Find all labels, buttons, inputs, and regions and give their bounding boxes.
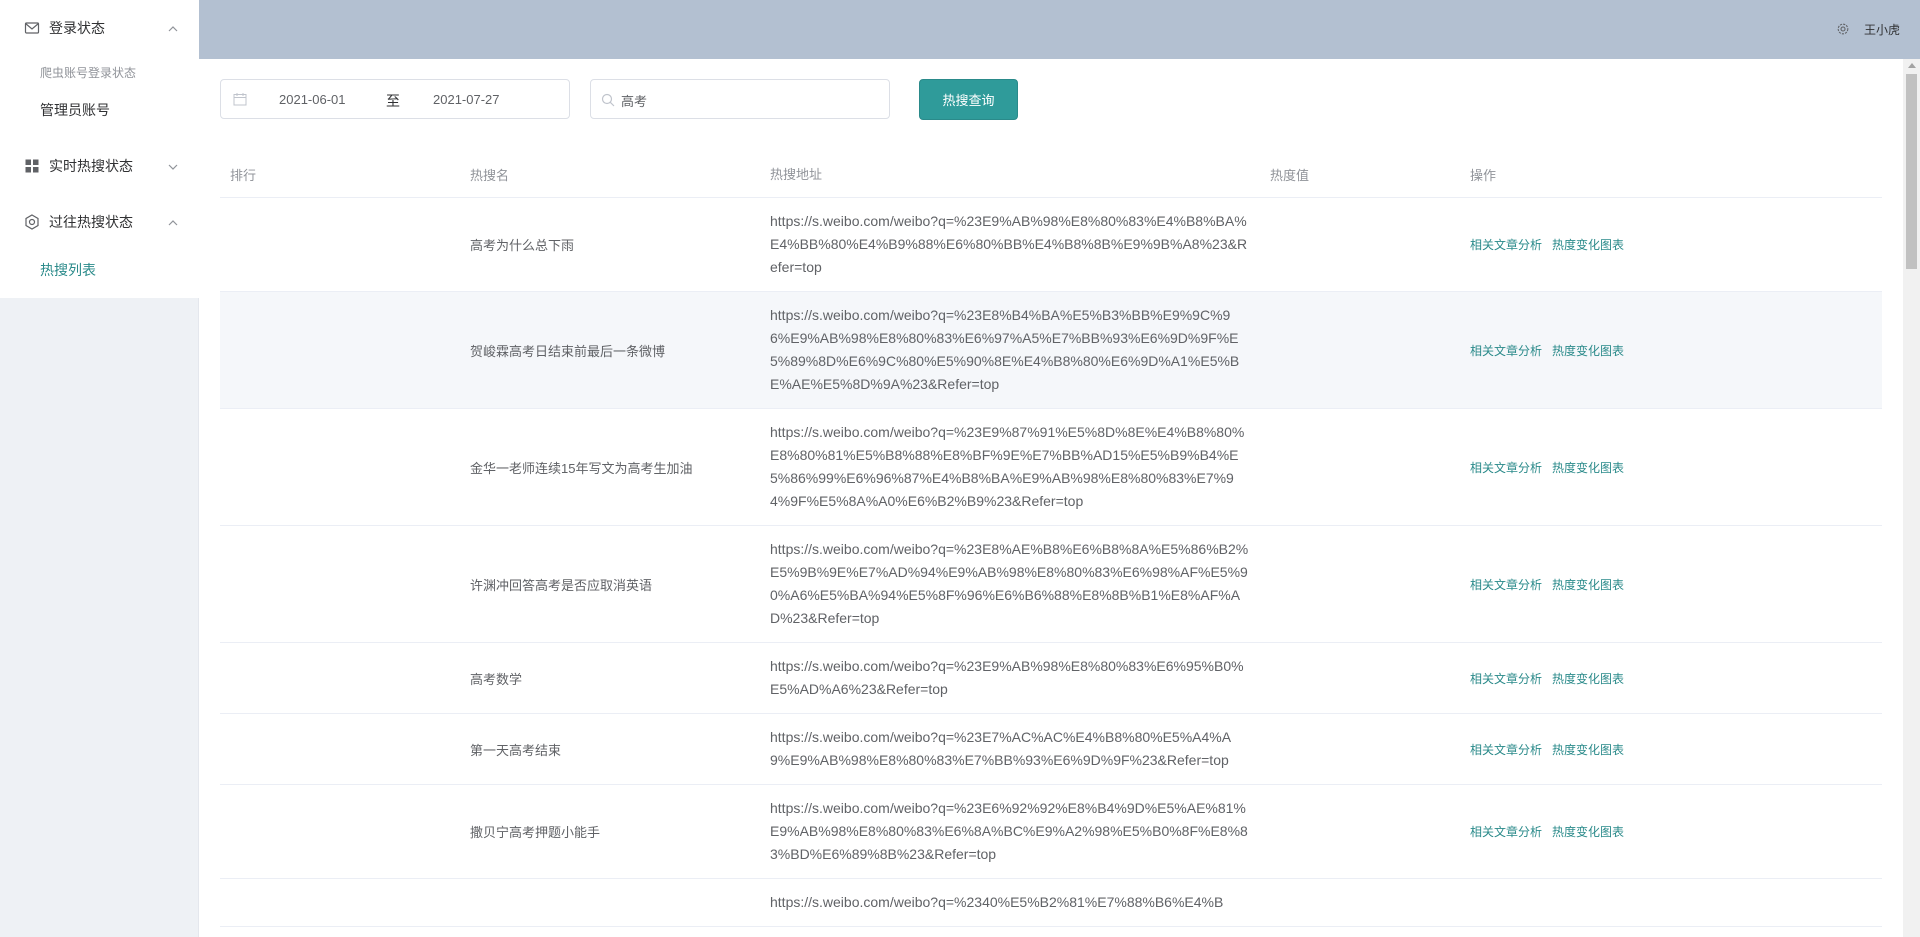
cell-ops: 相关文章分析 热度变化图表 (1460, 576, 1880, 593)
related-article-analysis-link[interactable]: 相关文章分析 (1470, 741, 1542, 758)
chevron-down-icon (167, 160, 179, 172)
cell-name: 撒贝宁高考押题小能手 (470, 825, 601, 840)
cell-name: 许渊冲回答高考是否应取消英语 (470, 577, 653, 593)
menu-group-realtime-hot[interactable]: 实时热搜状态 (0, 138, 199, 194)
cell-url: https://s.weibo.com/weibo?q=%23E9%AB%98%… (770, 213, 1248, 275)
table-row[interactable]: 金华一老师连续15年写文为高考生加油 https://s.weibo.com/we… (220, 409, 1882, 526)
cell-ops: 相关文章分析 热度变化图表 (1460, 823, 1880, 840)
heat-change-chart-link[interactable]: 热度变化图表 (1552, 342, 1624, 359)
cell-name: 高考为什么总下雨 (470, 238, 575, 253)
table-row[interactable]: 高考数学 https://s.weibo.com/weibo?q=%23E9%AB… (220, 643, 1882, 714)
grid-icon (24, 158, 40, 174)
column-header-rank[interactable]: 排行 (220, 165, 460, 184)
hot-search-query-button[interactable]: 热搜查询 (919, 79, 1018, 120)
table-row[interactable]: 许渊冲回答高考是否应取消英语 https://s.weibo.com/weibo?… (220, 526, 1882, 643)
cell-url: https://s.weibo.com/weibo?q=%23E7%AC%AC%… (770, 729, 1232, 768)
chevron-up-icon (167, 22, 179, 34)
cell-ops: 相关文章分析 热度变化图表 (1460, 236, 1880, 253)
date-separator: 至 (386, 93, 400, 109)
search-icon (601, 93, 615, 107)
menu-group-label: 实时热搜状态 (49, 158, 133, 174)
date-start[interactable]: 2021-06-01 (279, 92, 346, 107)
cell-ops: 相关文章分析 热度变化图表 (1460, 459, 1880, 476)
date-end[interactable]: 2021-07-27 (433, 92, 500, 107)
sidebar-item-label: 爬虫账号登录状态 (40, 65, 137, 80)
sidebar-menu: 登录状态 爬虫账号登录状态 管理员账号 实时热搜状态 过往热搜状态 热搜列表 (0, 0, 199, 298)
cell-ops: 相关文章分析 热度变化图表 (1460, 741, 1880, 758)
column-header-ops: 操作 (1470, 168, 1497, 183)
cell-url: https://s.weibo.com/weibo?q=%23E9%AB%98%… (770, 658, 1244, 697)
heat-change-chart-link[interactable]: 热度变化图表 (1552, 576, 1624, 593)
scrollbar-thumb[interactable] (1906, 74, 1917, 269)
table-row[interactable]: 贺峻霖高考日结束前最后一条微博 https://s.weibo.com/weibo… (220, 292, 1882, 409)
sidebar-item-label: 热搜列表 (40, 262, 96, 278)
cell-url: https://s.weibo.com/weibo?q=%2340%E5%B2%… (770, 894, 1224, 910)
column-header-url[interactable]: 热搜地址 (760, 163, 1260, 186)
sidebar-item-hot-list[interactable]: 热搜列表 (0, 250, 199, 290)
heat-change-chart-link[interactable]: 热度变化图表 (1552, 459, 1624, 476)
cell-url: https://s.weibo.com/weibo?q=%23E6%92%92%… (770, 800, 1248, 862)
heat-change-chart-link[interactable]: 热度变化图表 (1552, 823, 1624, 840)
date-range-picker[interactable]: 2021-06-01 至 2021-07-27 (220, 79, 570, 119)
related-article-analysis-link[interactable]: 相关文章分析 (1470, 342, 1542, 359)
top-header: 王小虎 (199, 0, 1920, 59)
menu-group-past-hot[interactable]: 过往热搜状态 (0, 194, 199, 250)
heat-change-chart-link[interactable]: 热度变化图表 (1552, 670, 1624, 687)
cell-url: https://s.weibo.com/weibo?q=%23E9%87%91%… (770, 424, 1245, 509)
cell-name: 高考数学 (470, 671, 523, 687)
table-header: 排行 热搜名 热搜地址 热度值 操作 (220, 152, 1882, 198)
related-article-analysis-link[interactable]: 相关文章分析 (1470, 823, 1542, 840)
menu-group-login-status[interactable]: 登录状态 (0, 0, 199, 56)
table-row[interactable]: 高考为什么总下雨 https://s.weibo.com/weibo?q=%23E… (220, 198, 1882, 292)
related-article-analysis-link[interactable]: 相关文章分析 (1470, 576, 1542, 593)
search-input[interactable] (621, 88, 881, 112)
sidebar: 登录状态 爬虫账号登录状态 管理员账号 实时热搜状态 过往热搜状态 热搜列表 (0, 0, 199, 937)
chevron-up-icon (167, 216, 179, 228)
menu-group-label: 过往热搜状态 (49, 214, 133, 230)
gear-icon[interactable] (1836, 22, 1850, 36)
table-body: 高考为什么总下雨 https://s.weibo.com/weibo?q=%23E… (220, 198, 1882, 927)
cell-url: https://s.weibo.com/weibo?q=%23E8%AE%B8%… (770, 541, 1249, 626)
username[interactable]: 王小虎 (1864, 21, 1900, 38)
gear-icon (24, 214, 40, 230)
sidebar-item-crawler-login[interactable]: 爬虫账号登录状态 (0, 56, 199, 88)
column-header-heat[interactable]: 热度值 (1260, 165, 1460, 184)
heat-change-chart-link[interactable]: 热度变化图表 (1552, 236, 1624, 253)
sidebar-item-admin-account[interactable]: 管理员账号 (0, 88, 199, 132)
related-article-analysis-link[interactable]: 相关文章分析 (1470, 459, 1542, 476)
toolbar: 2021-06-01 至 2021-07-27 热搜查询 (220, 79, 1220, 120)
menu-group-label: 登录状态 (49, 20, 105, 36)
heat-change-chart-link[interactable]: 热度变化图表 (1552, 741, 1624, 758)
sidebar-item-label: 管理员账号 (40, 102, 110, 118)
related-article-analysis-link[interactable]: 相关文章分析 (1470, 670, 1542, 687)
cell-url: https://s.weibo.com/weibo?q=%23E8%B4%BA%… (770, 307, 1240, 392)
calendar-icon (233, 92, 247, 106)
table-row[interactable]: https://s.weibo.com/weibo?q=%2340%E5%B2%… (220, 879, 1882, 927)
column-header-name[interactable]: 热搜名 (460, 165, 760, 184)
main-content: 2021-06-01 至 2021-07-27 热搜查询 排行 热搜名 热搜地址… (199, 59, 1920, 937)
hot-search-table: 排行 热搜名 热搜地址 热度值 操作 高考为什么总下雨 https://s.wei… (220, 152, 1882, 927)
cell-ops: 相关文章分析 热度变化图表 (1460, 342, 1880, 359)
related-article-analysis-link[interactable]: 相关文章分析 (1470, 236, 1542, 253)
table-row[interactable]: 撒贝宁高考押题小能手 https://s.weibo.com/weibo?q=%2… (220, 785, 1882, 879)
search-box[interactable] (590, 79, 890, 119)
cell-ops: 相关文章分析 热度变化图表 (1460, 670, 1880, 687)
cell-name: 第一天高考结束 (470, 742, 562, 758)
scroll-up-arrow-icon[interactable] (1908, 63, 1916, 68)
table-row[interactable]: 第一天高考结束 https://s.weibo.com/weibo?q=%23E7… (220, 714, 1882, 785)
cell-name: 金华一老师连续15年写文为高考生加油 (470, 460, 693, 476)
mail-icon (24, 20, 40, 36)
cell-name: 贺峻霖高考日结束前最后一条微博 (470, 343, 666, 359)
